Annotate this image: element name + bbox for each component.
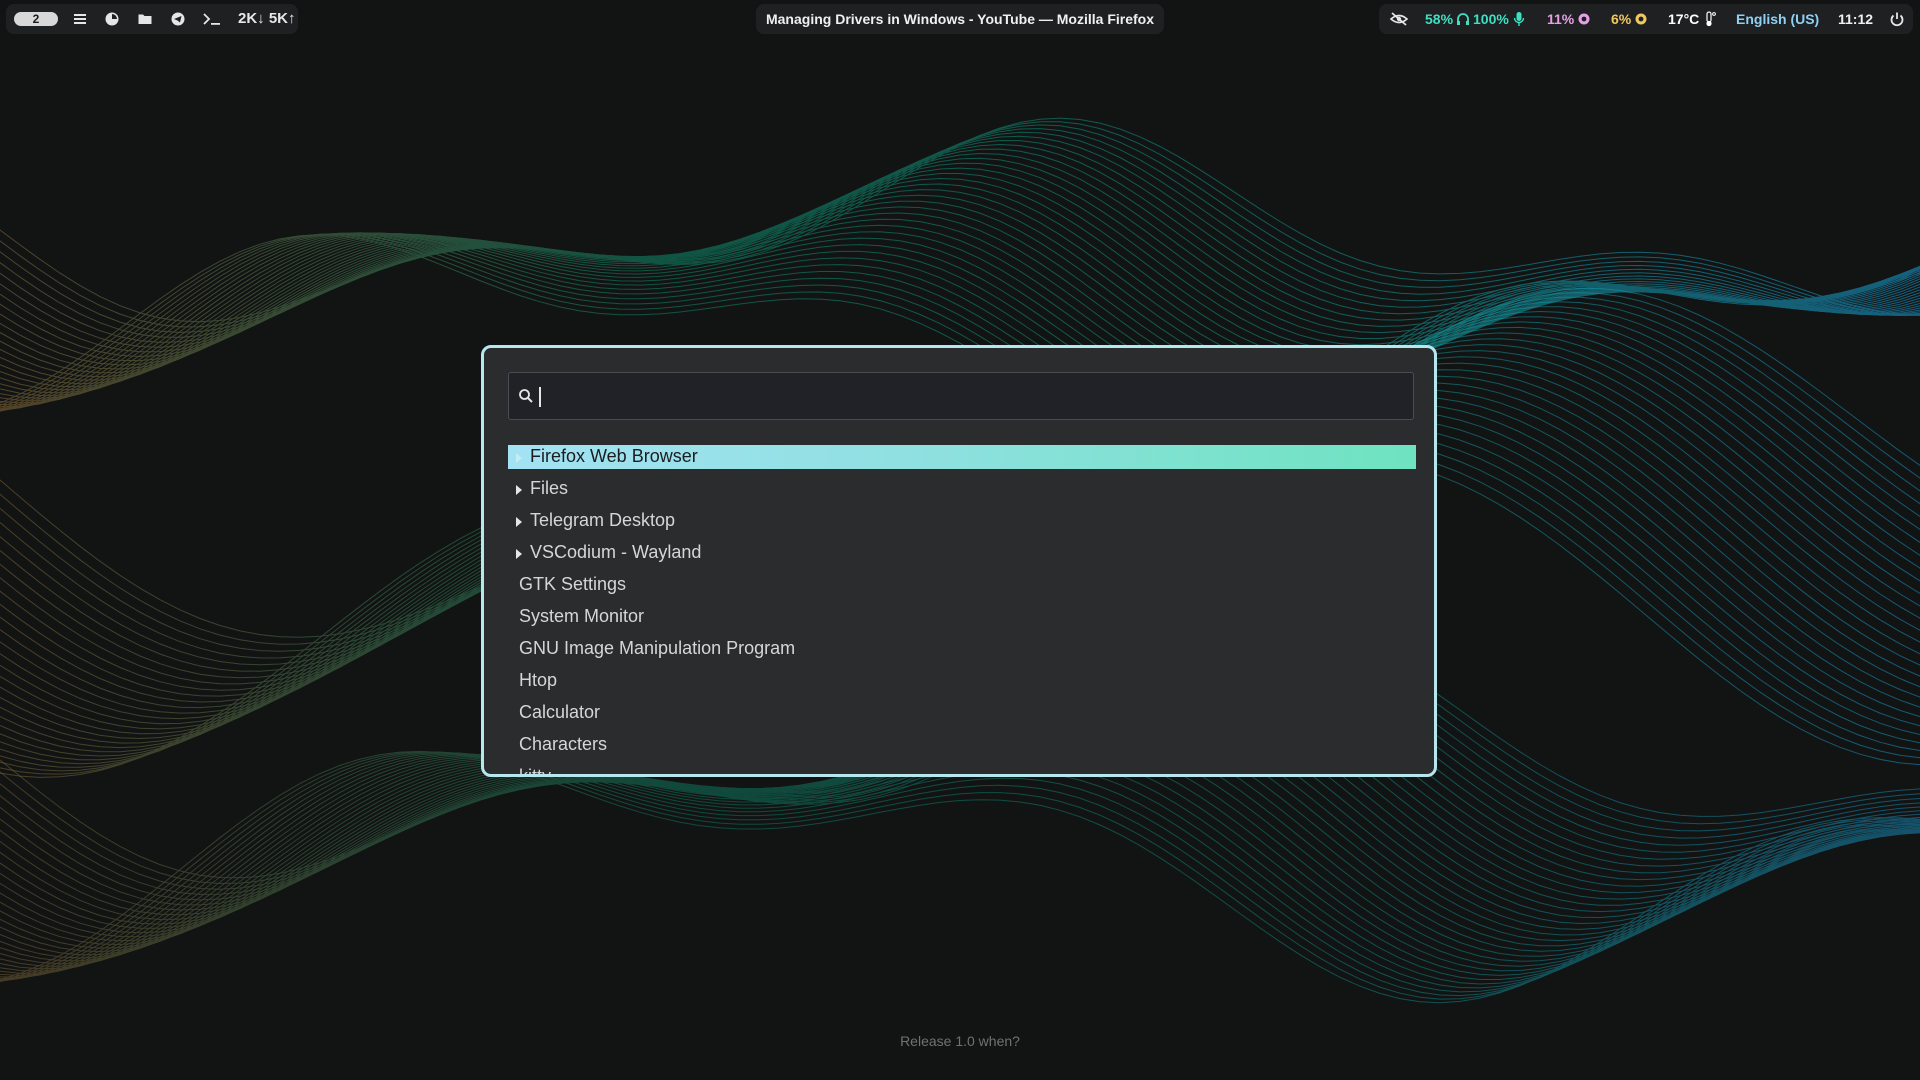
- workspace-indicator[interactable]: 2: [14, 12, 58, 26]
- wallpaper-wave-line: [0, 753, 1920, 980]
- firefox-icon[interactable]: [104, 11, 120, 27]
- desktop: 2 2K↓ 5K↑ Managing Drivers in Windows - …: [0, 0, 1920, 1080]
- footer-message: Release 1.0 when?: [900, 1033, 1020, 1049]
- result-item[interactable]: System Monitor: [508, 605, 1416, 637]
- headphones-icon: [1457, 13, 1469, 25]
- thermometer-icon: [1706, 11, 1716, 27]
- clock[interactable]: 11:12: [1838, 11, 1873, 27]
- result-item[interactable]: VSCodium - Wayland: [508, 541, 1416, 573]
- memory-icon: [1635, 13, 1647, 25]
- wallpaper-wave-line: [0, 752, 1920, 989]
- wallpaper-wave-line: [0, 751, 1920, 1000]
- expand-arrow-icon[interactable]: [516, 485, 522, 495]
- result-label: GNU Image Manipulation Program: [519, 638, 796, 658]
- network-speed: 2K↓ 5K↑: [238, 10, 296, 27]
- result-item[interactable]: GNU Image Manipulation Program: [508, 637, 1416, 669]
- cpu-usage: 11%: [1547, 11, 1575, 27]
- result-label: GTK Settings: [519, 574, 627, 594]
- wallpaper-wave-line: [0, 751, 1920, 997]
- keyboard-layout[interactable]: English (US): [1736, 11, 1819, 27]
- window-title-section: Managing Drivers in Windows - YouTube — …: [756, 4, 1164, 34]
- search-icon: [519, 389, 533, 403]
- folder-icon[interactable]: [137, 11, 153, 27]
- volume-level[interactable]: 58%: [1425, 11, 1453, 27]
- app-launcher: Firefox Web Browser Files Telegram Deskt…: [481, 345, 1437, 777]
- result-label: Characters: [519, 734, 608, 754]
- wallpaper-wave-line: [0, 124, 1920, 333]
- wallpaper-wave-line: [0, 753, 1920, 985]
- result-item[interactable]: Firefox Web Browser: [508, 445, 1416, 469]
- result-item[interactable]: Telegram Desktop: [508, 509, 1416, 541]
- results-list: Firefox Web Browser Files Telegram Deskt…: [508, 445, 1416, 777]
- result-item[interactable]: GTK Settings: [508, 573, 1416, 605]
- search-box[interactable]: [508, 372, 1414, 420]
- hamburger-menu-icon[interactable]: [72, 11, 88, 27]
- result-label: Calculator: [519, 702, 601, 722]
- memory-usage: 6%: [1611, 11, 1632, 27]
- expand-arrow-icon[interactable]: [516, 549, 522, 559]
- left-bar-section: 2 2K↓ 5K↑: [6, 4, 298, 34]
- result-item[interactable]: Htop: [508, 669, 1416, 701]
- result-label: kitty: [519, 766, 552, 777]
- search-input[interactable]: [539, 379, 1403, 415]
- active-window-title: Managing Drivers in Windows - YouTube — …: [765, 11, 1154, 27]
- telegram-icon[interactable]: [170, 11, 186, 27]
- result-label: Files: [530, 478, 569, 498]
- result-label: System Monitor: [519, 606, 645, 626]
- top-bar: 2 2K↓ 5K↑ Managing Drivers in Windows - …: [0, 0, 1920, 38]
- expand-arrow-icon[interactable]: [516, 517, 522, 527]
- microphone-icon[interactable]: [1513, 11, 1525, 27]
- eye-off-icon[interactable]: [1389, 11, 1409, 27]
- result-label: Telegram Desktop: [530, 510, 676, 530]
- cpu-icon: [1578, 13, 1590, 25]
- result-item[interactable]: Characters: [508, 733, 1416, 765]
- result-item[interactable]: Calculator: [508, 701, 1416, 733]
- expand-arrow-icon[interactable]: [516, 453, 522, 463]
- temperature: 17°C: [1668, 11, 1700, 27]
- result-item[interactable]: Files: [508, 477, 1416, 509]
- result-label: VSCodium - Wayland: [530, 542, 702, 562]
- result-label: Htop: [519, 670, 558, 690]
- wallpaper-wave-line: [0, 157, 1920, 370]
- result-label: Firefox Web Browser: [530, 446, 698, 466]
- power-icon[interactable]: [1889, 11, 1905, 27]
- right-bar-section: 58% 100% 11% 6% 17°C English (US) 11:12: [1379, 4, 1913, 34]
- result-item[interactable]: kitty: [508, 765, 1416, 777]
- headphone-volume-level[interactable]: 100%: [1473, 11, 1509, 27]
- terminal-icon[interactable]: [202, 11, 222, 27]
